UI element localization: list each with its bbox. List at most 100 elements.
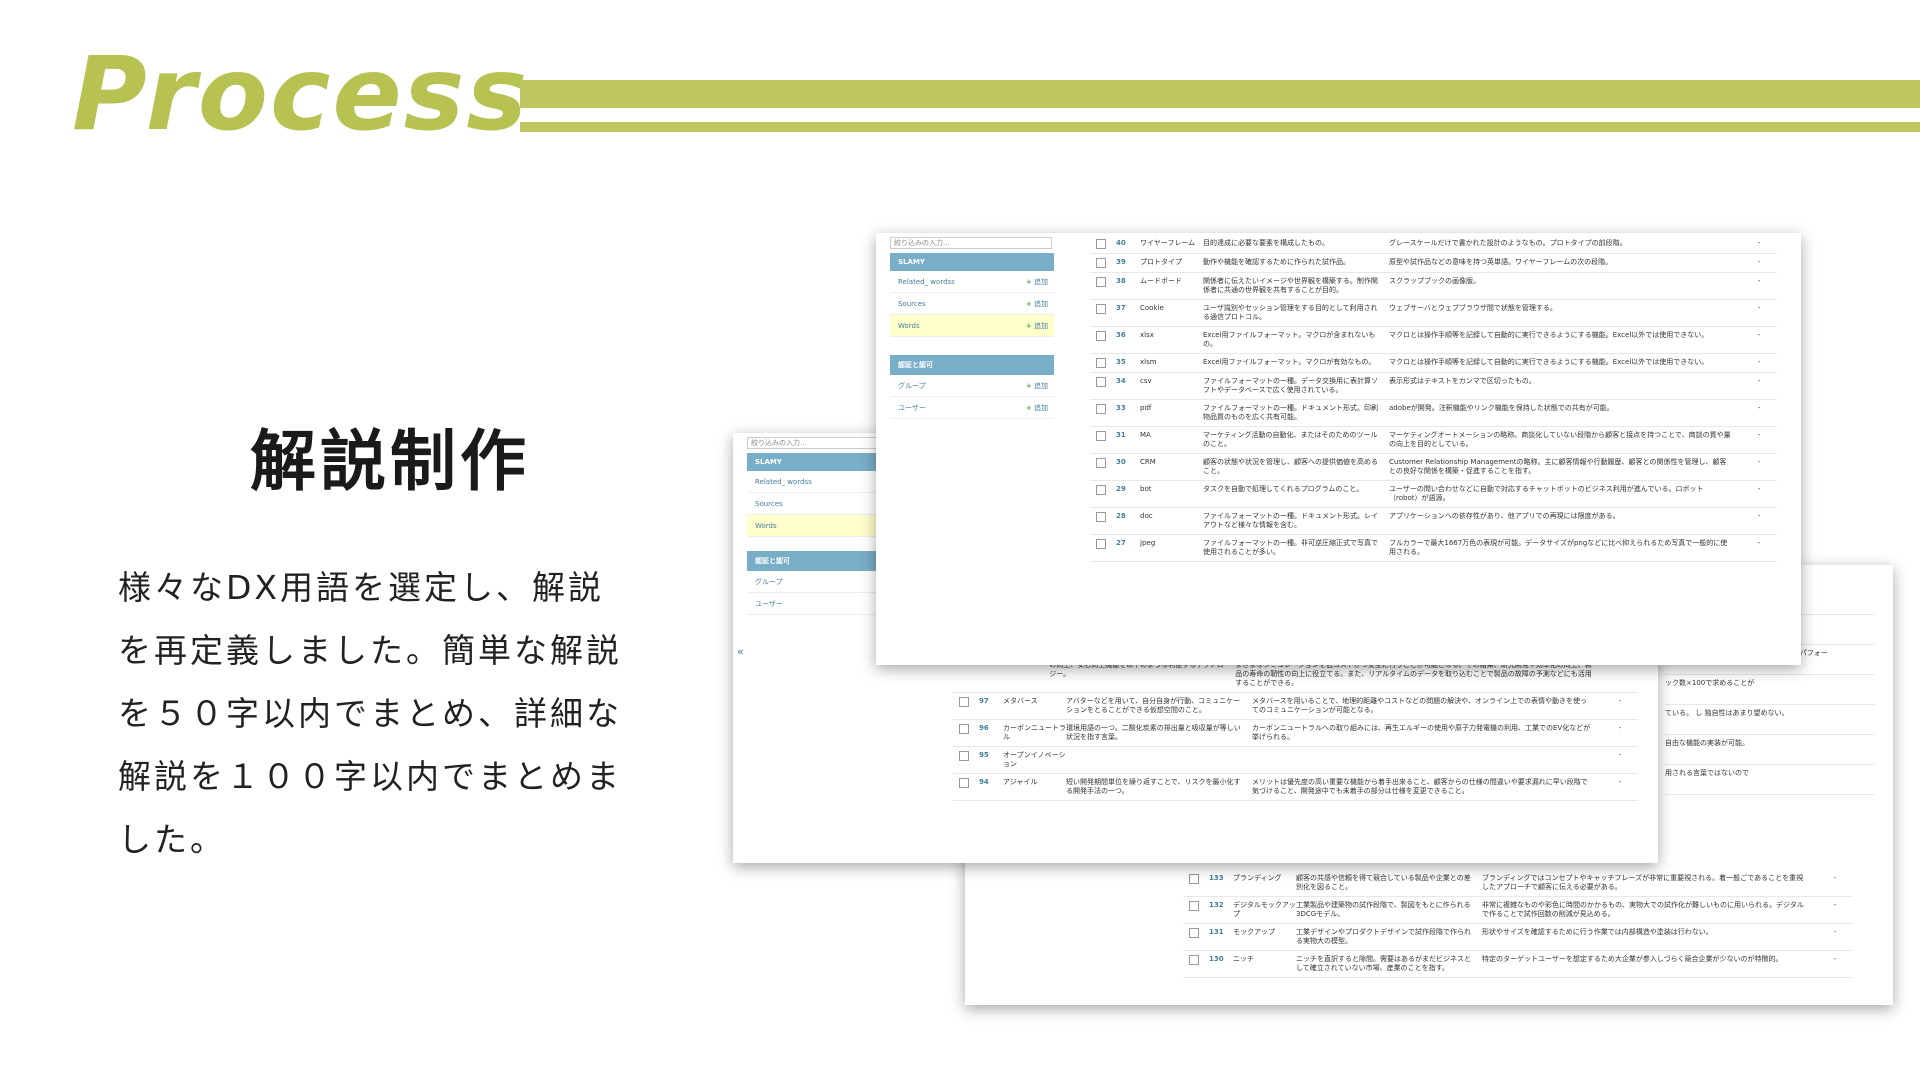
- row-checkbox[interactable]: [959, 778, 969, 788]
- table-row[interactable]: 97 メタバース アバターなどを用いて、自分自身が行動、コミュニケーションをとること…: [953, 693, 1638, 720]
- sidebar-item-label: グループ: [755, 577, 783, 586]
- plus-icon: +: [1025, 381, 1032, 390]
- add-button[interactable]: + 追加: [1026, 403, 1048, 413]
- word-id-link[interactable]: 38: [1116, 277, 1140, 295]
- table-row[interactable]: 131 モックアップ 工業デザインやプロダクトデザインで試作段階で作られる実物大の模…: [1183, 924, 1853, 951]
- word-id-link[interactable]: 130: [1209, 955, 1233, 973]
- empty-value: -: [1618, 661, 1622, 669]
- sidebar-filter-input[interactable]: 絞り込みの入力...: [890, 237, 1052, 249]
- word-id-link[interactable]: 39: [1116, 258, 1140, 268]
- add-button[interactable]: + 追加: [1026, 381, 1048, 391]
- table-row[interactable]: 34 csv ファイルフォーマットの一種。データ交換用に表計算ソフトやデータベースで…: [1090, 373, 1777, 400]
- sidebar-app-slamy[interactable]: SLAMY: [890, 253, 1054, 271]
- table-row[interactable]: 37 Cookie ユーザ識別やセッション管理をする目的として利用される通信プロトコ…: [1090, 300, 1777, 327]
- word-id-link[interactable]: 133: [1209, 874, 1233, 892]
- empty-value: -: [1757, 277, 1761, 285]
- sidebar-item-label: Words: [898, 321, 920, 330]
- row-checkbox[interactable]: [1096, 458, 1106, 468]
- sidebar-item-groups[interactable]: グループ + 追加: [890, 375, 1054, 397]
- row-checkbox[interactable]: [959, 697, 969, 707]
- word-id-link[interactable]: 27: [1116, 539, 1140, 557]
- row-checkbox[interactable]: [1096, 277, 1106, 287]
- word-id-link[interactable]: [962, 661, 986, 688]
- table-row[interactable]: 30 CRM 顧客の状態や状況を管理し、顧客への提供価値を高めること。 Custome…: [1090, 454, 1777, 481]
- word-id-link[interactable]: 132: [1209, 901, 1233, 919]
- table-row[interactable]: 40 ワイヤーフレーム 目的達成に必要な要素を構成したもの。 グレースケールだけで書か…: [1090, 235, 1777, 254]
- word-short-description: 環境用語の一つ。二酸化炭素の排出量と吸収量が等しい状況を指す言葉。: [1066, 724, 1241, 741]
- row-checkbox[interactable]: [1096, 539, 1106, 549]
- table-row[interactable]: 38 ムードボード 関係者に伝えたいイメージや世界観を構築する。制作関係者に共通の世…: [1090, 273, 1777, 300]
- word-short-description: 工業製品や建築物の試作段階で、製図をもとに作られる3DCGモデル。: [1296, 901, 1471, 918]
- sidebar-app-auth[interactable]: 認証と認可: [890, 355, 1054, 375]
- word-id-link[interactable]: 31: [1116, 431, 1140, 449]
- empty-value: -: [1757, 331, 1761, 339]
- add-button[interactable]: + 追加: [1026, 321, 1048, 331]
- row-checkbox[interactable]: [1096, 258, 1106, 268]
- empty-value: -: [1757, 239, 1761, 247]
- word-id-link[interactable]: 33: [1116, 404, 1140, 422]
- add-button[interactable]: + 追加: [1026, 277, 1048, 287]
- word-id-link[interactable]: 96: [979, 724, 1003, 742]
- word-long-description: 非常に複雑なものや彩色に時間のかかるもの、実物大での試作化が難しいものに用いられ…: [1482, 901, 1804, 918]
- sidebar-item-words[interactable]: Words + 追加: [890, 315, 1054, 337]
- word-id-link[interactable]: 36: [1116, 331, 1140, 349]
- word-id-link[interactable]: 28: [1116, 512, 1140, 530]
- word-short-description: の向上、安心向上機能を以下のような利便するテクノロジー。: [1049, 661, 1224, 678]
- word-short-description: ファイルフォーマットの一種。非可逆圧縮正式で写真で使用されることが多い。: [1203, 539, 1378, 556]
- table-row[interactable]: 35 xlsm Excel用ファイルフォーマット。マクロが有効なもの。 マクロとは操作…: [1090, 354, 1777, 373]
- word-id-link[interactable]: 34: [1116, 377, 1140, 395]
- word-id-link[interactable]: 131: [1209, 928, 1233, 946]
- word-long-description: 形状やサイズを確認するために行う作業では内部構造や塗装は行わない。: [1482, 928, 1713, 936]
- empty-value: -: [1757, 304, 1761, 312]
- word-id-link[interactable]: 95: [979, 751, 1003, 769]
- row-checkbox[interactable]: [1096, 485, 1106, 495]
- sidebar-expand-icon[interactable]: «: [737, 645, 744, 658]
- table-row[interactable]: 31 MA マーケティング活動の自動化、またはそのためのツールのこと。 マーケティング…: [1090, 427, 1777, 454]
- row-checkbox[interactable]: [1189, 874, 1199, 884]
- row-checkbox[interactable]: [959, 724, 969, 734]
- word-term: ワイヤーフレーム: [1140, 239, 1196, 247]
- word-long-description: Customer Relationship Managementの略称。主に顧客…: [1389, 458, 1727, 475]
- row-checkbox[interactable]: [1096, 239, 1106, 249]
- row-checkbox[interactable]: [1096, 304, 1106, 314]
- row-checkbox[interactable]: [1096, 331, 1106, 341]
- table-row[interactable]: 95 オープンイノベーション -: [953, 747, 1638, 774]
- sidebar-item-related-words[interactable]: Related_ wordss + 追加: [890, 271, 1054, 293]
- table-row[interactable]: 28 doc ファイルフォーマットの一種。ドキュメント形式。レイアウトなど様々な情報…: [1090, 508, 1777, 535]
- word-id-link[interactable]: 30: [1116, 458, 1140, 476]
- row-checkbox[interactable]: [1096, 431, 1106, 441]
- row-checkbox[interactable]: [1189, 928, 1199, 938]
- row-checkbox[interactable]: [1189, 955, 1199, 965]
- row-checkbox[interactable]: [1096, 358, 1106, 368]
- word-id-link[interactable]: 97: [979, 697, 1003, 715]
- table-row[interactable]: 94 アジャイル 短い開発期間単位を繰り返すことで、リスクを最小化する開発手法の一つ…: [953, 774, 1638, 801]
- table-row[interactable]: 36 xlsx Excel用ファイルフォーマット。マクロが含まれないもの。 マクロとは…: [1090, 327, 1777, 354]
- row-checkbox[interactable]: [1189, 901, 1199, 911]
- table-row[interactable]: 39 プロトタイプ 動作や機能を確認するために作られた試作品。 原型や試作品などの意味…: [1090, 254, 1777, 273]
- word-term: プロトタイプ: [1140, 258, 1182, 266]
- add-button[interactable]: + 追加: [1026, 299, 1048, 309]
- table-row[interactable]: 133 ブランディング 顧客の共感や信頼を得て競合している製品や企業との差別化を図る…: [1183, 870, 1853, 897]
- sidebar-item-sources[interactable]: Sources + 追加: [890, 293, 1054, 315]
- table-row[interactable]: 132 デジタルモックアップ 工業製品や建築物の試作段階で、製図をもとに作られる3D…: [1183, 897, 1853, 924]
- word-term: xlsm: [1140, 358, 1157, 366]
- table-row[interactable]: 96 カーボンニュートラル 環境用語の一つ。二酸化炭素の排出量と吸収量が等しい状況を…: [953, 720, 1638, 747]
- word-id-link[interactable]: 29: [1116, 485, 1140, 503]
- sidebar-item-users[interactable]: ユーザー + 追加: [890, 397, 1054, 419]
- row-checkbox[interactable]: [1096, 512, 1106, 522]
- empty-value: -: [1757, 485, 1761, 493]
- clipped-cell-text: ック数×100で求めることが: [1665, 675, 1875, 705]
- word-id-link[interactable]: 37: [1116, 304, 1140, 322]
- table-row[interactable]: 29 bot タスクを自動で処理してくれるプログラムのこと。 ユーザーの問い合わせなど…: [1090, 481, 1777, 508]
- word-short-description: タスクを自動で処理してくれるプログラムのこと。: [1203, 485, 1364, 493]
- row-checkbox[interactable]: [959, 751, 969, 761]
- table-row[interactable]: 27 jpeg ファイルフォーマットの一種。非可逆圧縮正式で写真で使用されることが多…: [1090, 535, 1777, 562]
- table-row[interactable]: 33 pdf ファイルフォーマットの一種。ドキュメント形式。印刷物品質のものを広く共…: [1090, 400, 1777, 427]
- empty-value: -: [1833, 928, 1837, 936]
- row-checkbox[interactable]: [1096, 404, 1106, 414]
- table-row[interactable]: 130 ニッチ ニッチを直訳すると隙間。需要はあるがまだビジネスとして確立されていな…: [1183, 951, 1853, 978]
- word-id-link[interactable]: 94: [979, 778, 1003, 796]
- word-id-link[interactable]: 35: [1116, 358, 1140, 368]
- row-checkbox[interactable]: [1096, 377, 1106, 387]
- word-id-link[interactable]: 40: [1116, 239, 1140, 249]
